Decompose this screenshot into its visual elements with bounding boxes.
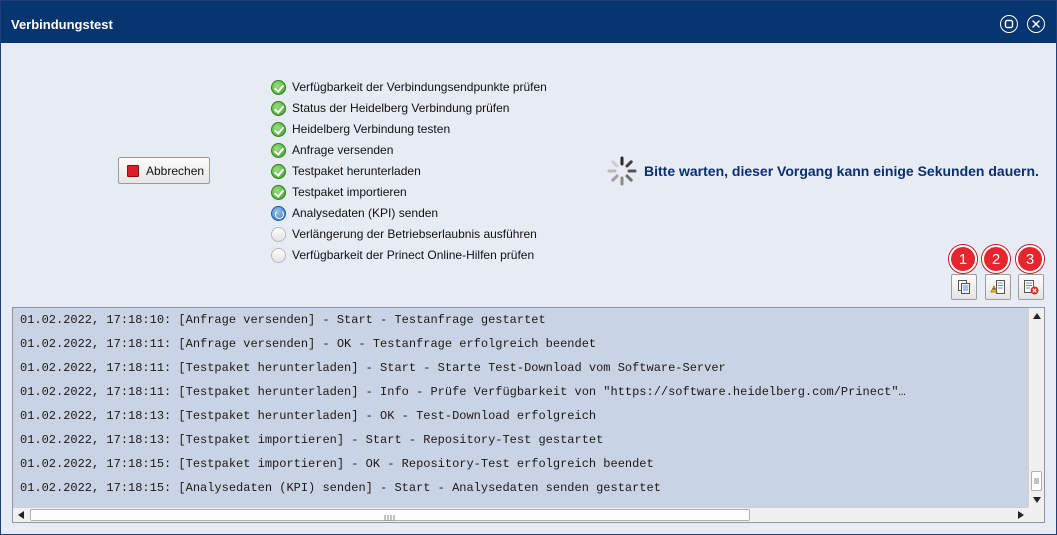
- check-icon: [271, 121, 286, 137]
- log-line: 01.02.2022, 17:18:13: [Testpaket herunte…: [20, 409, 597, 423]
- copy-log-button[interactable]: [951, 274, 977, 300]
- log-details-button[interactable]: [985, 274, 1011, 300]
- check-icon: [271, 100, 286, 116]
- step-label: Testpaket importieren: [292, 185, 407, 199]
- copy-log-icon: [958, 280, 970, 294]
- step-item: Verfügbarkeit der Prinect Online-Hilfen …: [271, 245, 591, 265]
- step-item: Analysedaten (KPI) senden: [271, 203, 591, 223]
- scrollbar-corner: [1028, 507, 1044, 522]
- close-button[interactable]: [1027, 15, 1045, 33]
- step-label: Analysedaten (KPI) senden: [292, 206, 439, 220]
- window-title: Verbindungstest: [11, 17, 113, 32]
- cancel-button[interactable]: Abbrechen: [118, 157, 210, 184]
- check-icon: [271, 142, 286, 158]
- log-details-icon: [990, 280, 1005, 294]
- step-item: Verlängerung der Betriebserlaubnis ausfü…: [271, 224, 591, 244]
- in-progress-icon: [271, 205, 286, 221]
- log-lines: 01.02.2022, 17:18:10: [Anfrage versenden…: [13, 308, 1029, 508]
- log-line: 01.02.2022, 17:18:15: [Testpaket importi…: [20, 457, 654, 471]
- clear-log-button[interactable]: [1018, 274, 1044, 300]
- horizontal-scrollbar[interactable]: [13, 507, 1044, 522]
- step-label: Testpaket herunterladen: [292, 164, 421, 178]
- wait-message: Bitte warten, dieser Vorgang kann einige…: [644, 163, 1039, 179]
- stop-icon: [127, 164, 139, 177]
- step-label: Verfügbarkeit der Verbindungsendpunkte p…: [292, 80, 547, 94]
- step-label: Heidelberg Verbindung testen: [292, 122, 451, 136]
- log-line: 01.02.2022, 17:18:10: [Anfrage versenden…: [20, 313, 546, 327]
- step-item: Heidelberg Verbindung testen: [271, 119, 591, 139]
- step-label: Status der Heidelberg Verbindung prüfen: [292, 101, 510, 115]
- log-panel[interactable]: 01.02.2022, 17:18:10: [Anfrage versenden…: [12, 307, 1045, 523]
- scroll-up-arrow-icon[interactable]: [1030, 309, 1044, 323]
- check-icon: [271, 184, 286, 200]
- scroll-right-arrow-icon[interactable]: [1014, 508, 1028, 522]
- clear-log-icon: [1024, 280, 1039, 295]
- scroll-left-arrow-icon[interactable]: [14, 508, 28, 522]
- maximize-button[interactable]: [1000, 15, 1018, 33]
- step-item: Testpaket herunterladen: [271, 161, 591, 181]
- step-item: Anfrage versenden: [271, 140, 591, 160]
- vertical-scrollbar[interactable]: [1028, 308, 1044, 508]
- close-icon: [1032, 20, 1040, 28]
- log-line: 01.02.2022, 17:18:15: [Analysedaten (KPI…: [20, 481, 661, 495]
- callout-badge-3: 3: [1016, 245, 1044, 273]
- log-line: 01.02.2022, 17:18:13: [Testpaket importi…: [20, 433, 604, 447]
- log-line: 01.02.2022, 17:18:11: [Anfrage versenden…: [20, 337, 597, 351]
- vertical-scroll-thumb[interactable]: [1031, 471, 1042, 491]
- horizontal-scroll-thumb[interactable]: [30, 509, 750, 521]
- step-label: Verlängerung der Betriebserlaubnis ausfü…: [292, 227, 537, 241]
- step-label: Anfrage versenden: [292, 143, 394, 157]
- loading-spinner-icon: [607, 156, 637, 186]
- dialog-window: Verbindungstest Abbrechen Verfügbarkeit …: [0, 0, 1057, 535]
- callout-badge-1: 1: [949, 245, 977, 273]
- maximize-icon: [1004, 19, 1014, 29]
- scroll-down-arrow-icon[interactable]: [1030, 493, 1044, 507]
- callout-badge-2: 2: [982, 245, 1010, 273]
- step-label: Verfügbarkeit der Prinect Online-Hilfen …: [292, 248, 535, 262]
- title-bar[interactable]: Verbindungstest: [1, 1, 1056, 43]
- cancel-button-label: Abbrechen: [146, 163, 205, 178]
- step-item: Verfügbarkeit der Verbindungsendpunkte p…: [271, 77, 591, 97]
- step-item: Status der Heidelberg Verbindung prüfen: [271, 98, 591, 118]
- pending-icon: [271, 247, 286, 263]
- pending-icon: [271, 226, 286, 242]
- step-item: Testpaket importieren: [271, 182, 591, 202]
- check-icon: [271, 79, 286, 95]
- log-line: 01.02.2022, 17:18:11: [Testpaket herunte…: [20, 361, 726, 375]
- check-icon: [271, 163, 286, 179]
- log-line: 01.02.2022, 17:18:11: [Testpaket herunte…: [20, 385, 906, 399]
